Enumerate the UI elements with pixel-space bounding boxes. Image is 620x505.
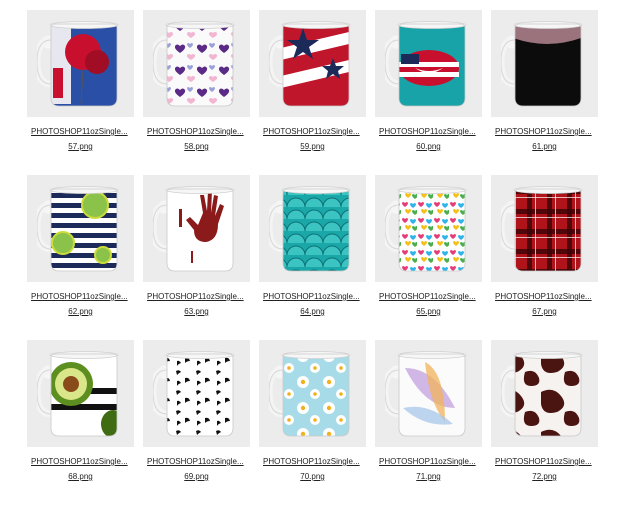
- file-tile[interactable]: PHOTOSHOP11ozSingle... 64.png: [259, 175, 366, 340]
- flag-lips-icon: [385, 21, 467, 107]
- file-tile[interactable]: PHOTOSHOP11ozSingle... 67.png: [491, 175, 598, 340]
- file-thumbnail[interactable]: [27, 175, 134, 282]
- file-name-link[interactable]: PHOTOSHOP11ozSingle...: [379, 292, 482, 302]
- file-tile[interactable]: PHOTOSHOP11ozSingle... 57.png: [27, 10, 134, 175]
- black-sparkle-icon: [501, 21, 583, 107]
- file-thumbnail[interactable]: [375, 10, 482, 117]
- file-name-link[interactable]: PHOTOSHOP11ozSingle...: [147, 127, 250, 137]
- file-name-link[interactable]: PHOTOSHOP11ozSingle...: [379, 457, 482, 467]
- file-suffix-link[interactable]: 67.png: [491, 307, 598, 317]
- file-suffix-link[interactable]: 71.png: [375, 472, 482, 482]
- file-tile[interactable]: PHOTOSHOP11ozSingle... 69.png: [143, 340, 250, 505]
- file-name-link[interactable]: PHOTOSHOP11ozSingle...: [263, 292, 366, 302]
- file-tile[interactable]: PHOTOSHOP11ozSingle... 63.png: [143, 175, 250, 340]
- file-tile[interactable]: PHOTOSHOP11ozSingle... 65.png: [375, 175, 482, 340]
- file-suffix-link[interactable]: 59.png: [259, 142, 366, 152]
- file-name-link[interactable]: PHOTOSHOP11ozSingle...: [31, 127, 134, 137]
- file-tile[interactable]: PHOTOSHOP11ozSingle... 70.png: [259, 340, 366, 505]
- avocado-icon: [37, 351, 119, 437]
- file-name-link[interactable]: PHOTOSHOP11ozSingle...: [263, 457, 366, 467]
- file-tile[interactable]: PHOTOSHOP11ozSingle... 71.png: [375, 340, 482, 505]
- file-suffix-link[interactable]: 70.png: [259, 472, 366, 482]
- file-grid: PHOTOSHOP11ozSingle... 57.png PHOTOSHOP11…: [27, 10, 598, 505]
- red-plaid-icon: [501, 186, 583, 272]
- file-suffix-link[interactable]: 58.png: [143, 142, 250, 152]
- cowhide-icon: [501, 351, 583, 437]
- file-name-link[interactable]: PHOTOSHOP11ozSingle...: [495, 292, 598, 302]
- file-suffix-link[interactable]: 72.png: [491, 472, 598, 482]
- file-tile[interactable]: PHOTOSHOP11ozSingle... 58.png: [143, 10, 250, 175]
- rainbow-hearts-icon: [385, 186, 467, 272]
- lime-stripes-icon: [37, 186, 119, 272]
- file-suffix-link[interactable]: 62.png: [27, 307, 134, 317]
- file-suffix-link[interactable]: 63.png: [143, 307, 250, 317]
- file-name-link[interactable]: PHOTOSHOP11ozSingle...: [31, 457, 134, 467]
- mermaid-scales-icon: [269, 186, 351, 272]
- file-thumbnail[interactable]: [143, 340, 250, 447]
- file-suffix-link[interactable]: 60.png: [375, 142, 482, 152]
- file-thumbnail[interactable]: [143, 10, 250, 117]
- file-tile[interactable]: PHOTOSHOP11ozSingle... 72.png: [491, 340, 598, 505]
- daisy-icon: [269, 351, 351, 437]
- file-tile[interactable]: PHOTOSHOP11ozSingle... 68.png: [27, 340, 134, 505]
- file-thumbnail[interactable]: [259, 175, 366, 282]
- file-thumbnail[interactable]: [491, 175, 598, 282]
- handprint-icon: [153, 186, 235, 272]
- leopard-icon: [153, 351, 235, 437]
- file-thumbnail[interactable]: [259, 340, 366, 447]
- file-tile[interactable]: PHOTOSHOP11ozSingle... 59.png: [259, 10, 366, 175]
- file-suffix-link[interactable]: 69.png: [143, 472, 250, 482]
- file-name-link[interactable]: PHOTOSHOP11ozSingle...: [147, 292, 250, 302]
- file-thumbnail[interactable]: [143, 175, 250, 282]
- file-name-link[interactable]: PHOTOSHOP11ozSingle...: [147, 457, 250, 467]
- file-tile[interactable]: PHOTOSHOP11ozSingle... 61.png: [491, 10, 598, 175]
- file-name-link[interactable]: PHOTOSHOP11ozSingle...: [495, 127, 598, 137]
- file-thumbnail[interactable]: [27, 340, 134, 447]
- file-thumbnail[interactable]: [375, 340, 482, 447]
- file-name-link[interactable]: PHOTOSHOP11ozSingle...: [31, 292, 134, 302]
- file-name-link[interactable]: PHOTOSHOP11ozSingle...: [495, 457, 598, 467]
- file-thumbnail[interactable]: [27, 10, 134, 117]
- file-name-link[interactable]: PHOTOSHOP11ozSingle...: [379, 127, 482, 137]
- file-name-link[interactable]: PHOTOSHOP11ozSingle...: [263, 127, 366, 137]
- file-tile[interactable]: PHOTOSHOP11ozSingle... 62.png: [27, 175, 134, 340]
- file-suffix-link[interactable]: 68.png: [27, 472, 134, 482]
- file-thumbnail[interactable]: [491, 10, 598, 117]
- stars-stripes-icon: [269, 21, 351, 107]
- balloon-icon: [37, 21, 119, 107]
- file-tile[interactable]: PHOTOSHOP11ozSingle... 60.png: [375, 10, 482, 175]
- file-thumbnail[interactable]: [375, 175, 482, 282]
- file-suffix-link[interactable]: 64.png: [259, 307, 366, 317]
- file-suffix-link[interactable]: 65.png: [375, 307, 482, 317]
- file-thumbnail[interactable]: [491, 340, 598, 447]
- file-thumbnail[interactable]: [259, 10, 366, 117]
- file-suffix-link[interactable]: 61.png: [491, 142, 598, 152]
- watercolor-feathers-icon: [385, 351, 467, 437]
- hearts-icon: [153, 21, 235, 107]
- file-suffix-link[interactable]: 57.png: [27, 142, 134, 152]
